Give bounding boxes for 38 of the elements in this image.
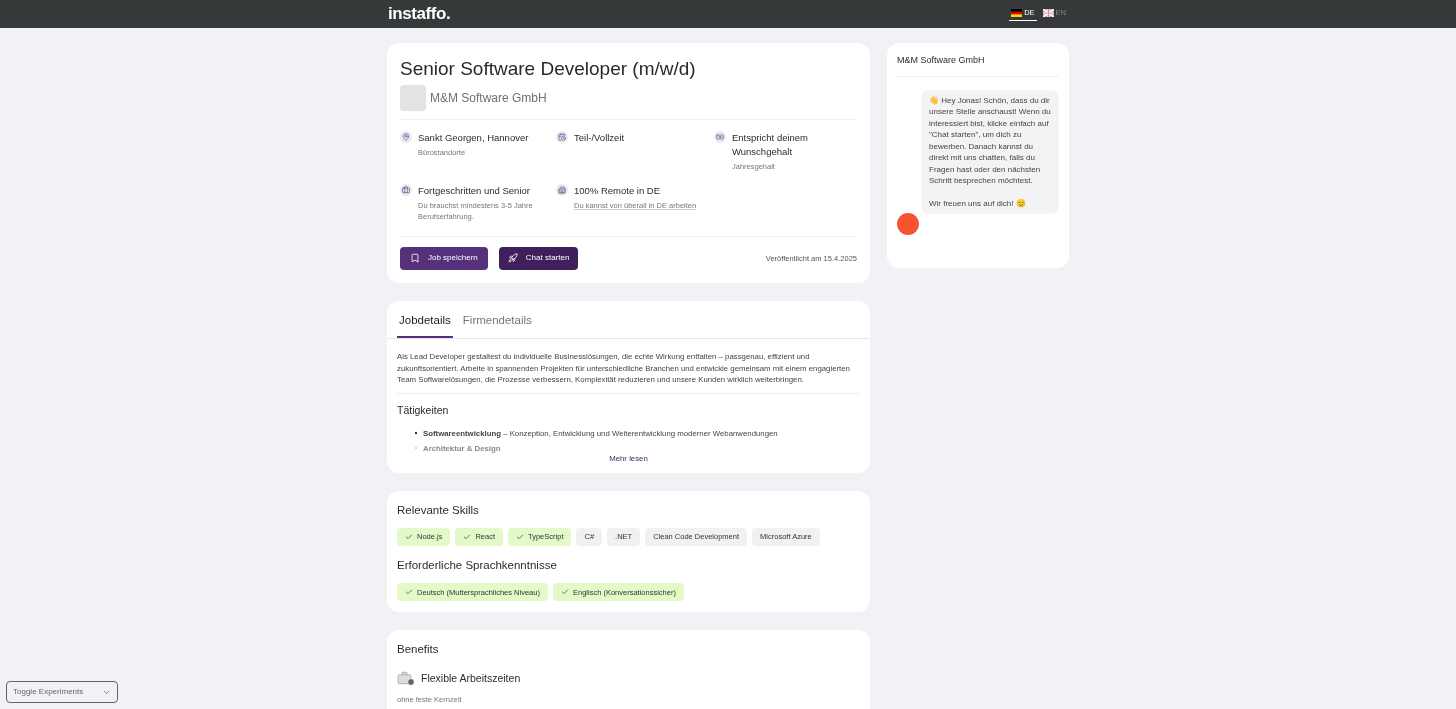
logo[interactable]: instaffo. — [388, 1, 451, 27]
company-name: M&M Software GmbH — [430, 89, 547, 107]
check-icon — [516, 533, 525, 541]
section-heading: Tätigkeiten — [397, 402, 450, 418]
company-logo-placeholder — [400, 84, 426, 111]
rocket-icon — [507, 253, 518, 264]
chat-button[interactable]: Chat starten — [498, 246, 579, 270]
tab[interactable]: Firmendetails — [460, 300, 534, 338]
briefcase-icon — [400, 183, 412, 196]
message-text: Wir freuen uns auf dich! 😊 — [929, 197, 1027, 209]
section-heading: Erforderliche Sprachkenntnisse — [397, 558, 558, 573]
briefcase-clock-icon — [397, 670, 415, 686]
check-icon — [560, 588, 569, 597]
tab[interactable]: Jobdetails — [397, 300, 453, 338]
check-icon — [463, 533, 472, 541]
fact-title: 100% Remote in DE — [574, 183, 662, 198]
calendar-icon — [556, 130, 568, 143]
fact-title: Teil-/Vollzeit — [574, 130, 626, 145]
benefit-title: Flexible Arbeitszeiten — [421, 670, 521, 686]
chat-title: M&M Software GmbH — [897, 54, 1059, 77]
flag-icon — [1042, 9, 1054, 17]
message-text: 👋 Hey Jonas! Schön, dass du dir unsere Stelle anschaust! Wenn du interessiert bist, klicke einfach auf "Chat starten", um dich zu bewerben. Danach kannst du direkt mit uns chatten, falls du Fragen hast oder den nächsten Schritt besprechen möchtest. — [929, 94, 1051, 187]
fact-title: Entspricht deinem Wunschgehalt — [732, 130, 810, 159]
section-heading: Relevante Skills — [397, 502, 480, 518]
check-icon — [405, 588, 413, 597]
avatar — [897, 213, 919, 235]
fact-title: Fortgeschritten und Senior — [418, 183, 531, 198]
bookmark-icon — [410, 253, 420, 264]
check-icon — [405, 533, 413, 541]
section-heading: Benefits — [397, 642, 440, 658]
banknote-icon — [714, 130, 726, 143]
flag-icon — [1011, 9, 1023, 17]
building-icon — [556, 183, 568, 196]
experiments-dropdown[interactable]: Toggle Experiments — [6, 681, 118, 703]
map-pin-icon — [400, 130, 412, 143]
job-title: Senior Software Developer (m/w/d) — [400, 57, 697, 81]
fact-title: Sankt Georgen, Hannover — [418, 130, 530, 145]
save-job-button[interactable]: Job speichern — [400, 246, 488, 270]
